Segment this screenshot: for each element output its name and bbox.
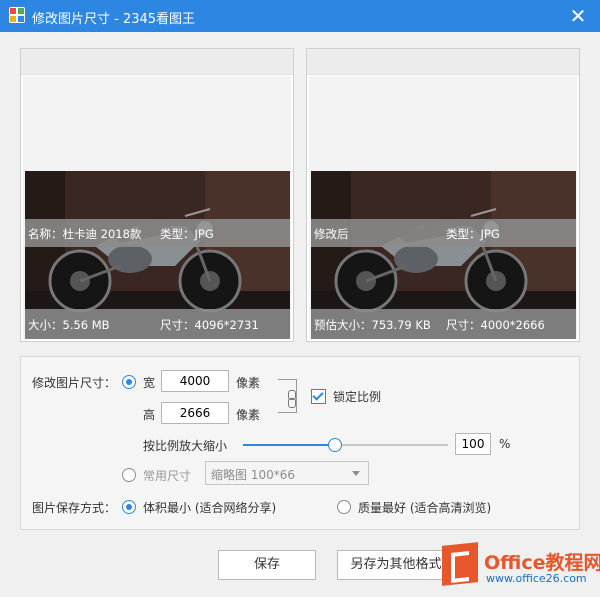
title-bar: 修改图片尺寸 - 2345看图王 ✕ xyxy=(0,0,600,32)
modified-dimensions: 尺寸：4000*2666 xyxy=(446,318,545,332)
width-unit: 像素 xyxy=(236,376,261,390)
scale-input[interactable] xyxy=(455,433,491,455)
app-logo-icon xyxy=(9,7,25,23)
preview-header xyxy=(21,49,293,75)
chevron-down-icon xyxy=(352,471,360,476)
height-label: 高 xyxy=(143,408,156,422)
save-mode-quality-label: 质量最好 (适合高清浏览) xyxy=(358,501,492,515)
scale-slider-fill xyxy=(243,444,335,446)
preview-header xyxy=(307,49,579,75)
resize-label: 修改图片尺寸： xyxy=(32,376,117,390)
percent-sign: % xyxy=(499,437,511,451)
preview-area: 修改后 类型：JPG 预估大小：753.79 KB 尺寸：4000*2666 xyxy=(309,76,577,339)
office-logo-icon xyxy=(442,542,478,586)
original-size: 大小：5.56 MB xyxy=(28,318,110,332)
save-as-button[interactable]: 另存为其他格式 xyxy=(337,550,455,580)
height-unit: 像素 xyxy=(236,408,261,422)
office-logo-watermark: Office教程网 www.office26.com xyxy=(440,542,600,597)
chain-link-icon xyxy=(288,390,296,408)
common-size-select[interactable]: 缩略图 100*66 xyxy=(205,461,369,485)
original-info-row2: 大小：5.56 MB 尺寸：4096*2731 xyxy=(25,309,290,339)
height-input[interactable] xyxy=(161,402,229,424)
original-type: 类型：JPG xyxy=(160,227,214,241)
lock-ratio-checkbox[interactable] xyxy=(311,389,326,404)
scale-label: 按比例放大缩小 xyxy=(143,439,228,453)
save-mode-smallest-label: 体积最小 (适合网络分享) xyxy=(143,501,277,515)
preview-area: 名称：杜卡迪 2018款 类型：JPG 大小：5.56 MB 尺寸：4096*2… xyxy=(23,76,291,339)
watermark-url: www.office26.com xyxy=(486,572,587,585)
original-name: 名称：杜卡迪 2018款 xyxy=(28,227,142,241)
common-size-value: 缩略图 100*66 xyxy=(211,468,295,482)
window-title: 修改图片尺寸 - 2345看图王 xyxy=(32,12,196,27)
modified-info-row1: 修改后 类型：JPG xyxy=(311,219,576,247)
modified-name: 修改后 xyxy=(314,227,349,241)
modified-type: 类型：JPG xyxy=(446,227,500,241)
original-dimensions: 尺寸：4096*2731 xyxy=(160,318,259,332)
close-button[interactable]: ✕ xyxy=(566,4,590,28)
common-size-radio[interactable] xyxy=(122,468,136,482)
modified-size: 预估大小：753.79 KB xyxy=(314,318,431,332)
settings-panel: 修改图片尺寸： 宽 像素 高 像素 锁定比例 按比例放大缩小 % 常用尺寸 缩略… xyxy=(20,356,580,530)
common-size-label: 常用尺寸 xyxy=(143,469,192,483)
modified-info-row2: 预估大小：753.79 KB 尺寸：4000*2666 xyxy=(311,309,576,339)
watermark-title: Office教程网 xyxy=(484,552,600,574)
scale-slider-thumb[interactable] xyxy=(328,438,342,452)
save-mode-label: 图片保存方式： xyxy=(32,501,117,515)
resize-custom-radio[interactable] xyxy=(122,375,136,389)
save-button[interactable]: 保存 xyxy=(218,550,316,580)
original-preview-panel: 名称：杜卡迪 2018款 类型：JPG 大小：5.56 MB 尺寸：4096*2… xyxy=(20,48,294,342)
modified-preview-panel: 修改后 类型：JPG 预估大小：753.79 KB 尺寸：4000*2666 xyxy=(306,48,580,342)
lock-ratio-label: 锁定比例 xyxy=(333,390,382,404)
original-info-row1: 名称：杜卡迪 2018款 类型：JPG xyxy=(25,219,290,247)
save-mode-smallest-radio[interactable] xyxy=(122,500,136,514)
width-label: 宽 xyxy=(143,376,156,390)
width-input[interactable] xyxy=(161,370,229,392)
save-mode-quality-radio[interactable] xyxy=(337,500,351,514)
